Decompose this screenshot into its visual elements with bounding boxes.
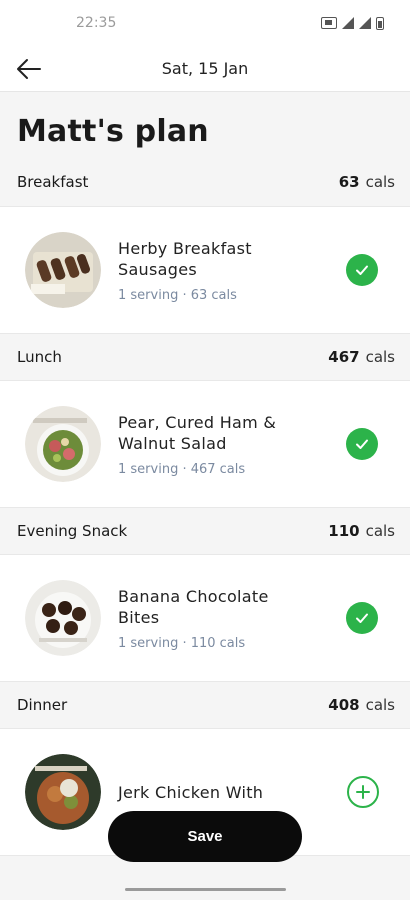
meal-image bbox=[25, 406, 101, 482]
section-name: Evening Snack bbox=[17, 522, 128, 540]
meal-name: Banana Chocolate Bites bbox=[118, 586, 269, 627]
section-header-dinner: Dinner 408 cals bbox=[0, 682, 410, 728]
cals-value: 408 bbox=[328, 696, 360, 714]
sim-icon bbox=[321, 17, 337, 29]
plus-icon[interactable] bbox=[347, 776, 379, 808]
section-name: Dinner bbox=[17, 696, 68, 714]
meal-image bbox=[25, 754, 101, 830]
page-title: Matt's plan bbox=[17, 114, 209, 149]
header-date: Sat, 15 Jan bbox=[161, 59, 249, 78]
section-cals: 63 cals bbox=[339, 173, 395, 191]
signal-icon-2 bbox=[359, 17, 371, 29]
meal-name: Pear, Cured Ham & Walnut Salad bbox=[118, 412, 277, 453]
status-bar: 22:35 bbox=[0, 0, 410, 46]
section-header-lunch: Lunch 467 cals bbox=[0, 334, 410, 380]
check-icon[interactable] bbox=[346, 254, 378, 286]
home-indicator bbox=[125, 888, 286, 891]
section-cals: 110 cals bbox=[328, 522, 395, 540]
meal-serving: 1 serving · 110 cals bbox=[118, 635, 246, 651]
battery-icon bbox=[376, 16, 384, 30]
cals-unit: cals bbox=[365, 522, 395, 540]
section-name: Breakfast bbox=[17, 173, 89, 191]
signal-icon bbox=[342, 17, 354, 29]
cals-value: 63 bbox=[338, 173, 360, 191]
cals-unit: cals bbox=[365, 348, 395, 366]
bottom-fill bbox=[0, 884, 410, 900]
status-icons bbox=[321, 16, 384, 30]
meal-serving: 1 serving · 63 cals bbox=[118, 287, 237, 303]
cals-unit: cals bbox=[365, 173, 395, 191]
save-button[interactable]: Save bbox=[108, 811, 302, 862]
meal-name: Herby Breakfast Sausages bbox=[118, 238, 252, 279]
section-cals: 467 cals bbox=[328, 348, 395, 366]
meal-row-evening-snack[interactable]: Banana Chocolate Bites 1 serving · 110 c… bbox=[0, 554, 410, 682]
back-arrow-icon[interactable] bbox=[14, 54, 44, 84]
meal-image bbox=[25, 232, 101, 308]
cals-unit: cals bbox=[365, 696, 395, 714]
check-icon[interactable] bbox=[346, 602, 378, 634]
meal-name: Jerk Chicken With bbox=[118, 782, 264, 802]
section-header-evening-snack: Evening Snack 110 cals bbox=[0, 508, 410, 554]
meal-row-lunch[interactable]: Pear, Cured Ham & Walnut Salad 1 serving… bbox=[0, 380, 410, 508]
section-header-breakfast: Breakfast 63 cals bbox=[0, 158, 410, 206]
meal-image bbox=[25, 580, 101, 656]
status-time: 22:35 bbox=[76, 15, 117, 31]
section-name: Lunch bbox=[17, 348, 62, 366]
meal-serving: 1 serving · 467 cals bbox=[118, 461, 246, 477]
cals-value: 110 bbox=[328, 522, 360, 540]
app-bar: Sat, 15 Jan bbox=[0, 46, 410, 92]
meal-row-breakfast[interactable]: Herby Breakfast Sausages 1 serving · 63 … bbox=[0, 206, 410, 334]
check-icon[interactable] bbox=[346, 428, 378, 460]
section-cals: 408 cals bbox=[328, 696, 395, 714]
cals-value: 467 bbox=[328, 348, 360, 366]
